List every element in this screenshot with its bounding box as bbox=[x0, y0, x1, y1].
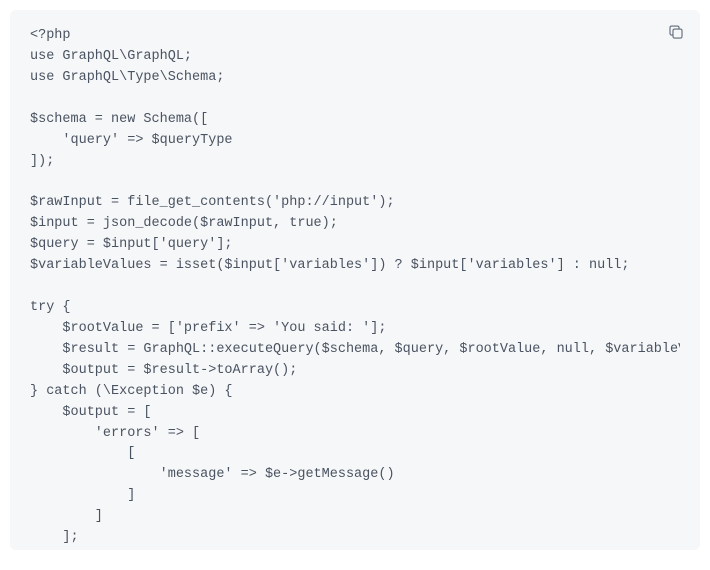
code-content: <?php use GraphQL\GraphQL; use GraphQL\T… bbox=[30, 26, 680, 550]
code-block: <?php use GraphQL\GraphQL; use GraphQL\T… bbox=[10, 10, 700, 550]
copy-icon bbox=[667, 23, 685, 46]
copy-button[interactable] bbox=[666, 24, 686, 44]
